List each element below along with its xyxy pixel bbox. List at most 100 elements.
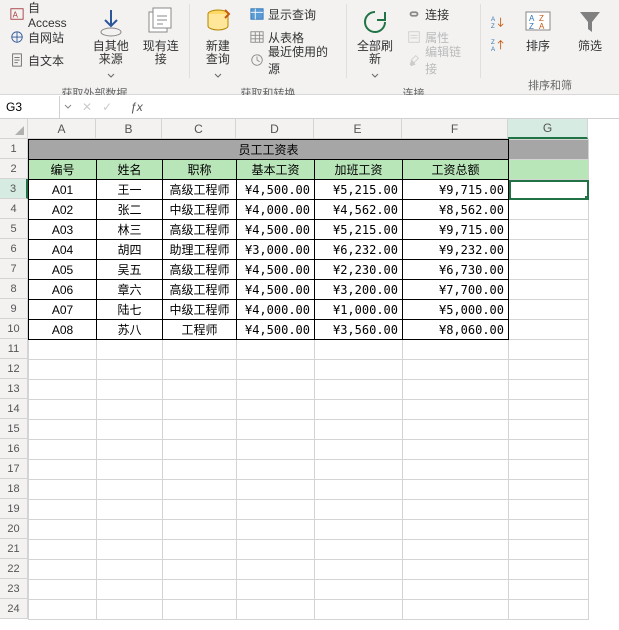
cell[interactable] bbox=[29, 480, 97, 500]
data-cell[interactable]: ¥3,200.00 bbox=[315, 280, 403, 300]
data-cell[interactable]: ¥5,000.00 bbox=[403, 300, 509, 320]
cell[interactable] bbox=[163, 460, 237, 480]
row-header-18[interactable]: 18 bbox=[0, 479, 28, 499]
cell[interactable] bbox=[315, 440, 403, 460]
data-cell[interactable]: 吴五 bbox=[97, 260, 163, 280]
cell[interactable] bbox=[97, 460, 163, 480]
data-cell[interactable]: 助理工程师 bbox=[163, 240, 237, 260]
data-cell[interactable]: A02 bbox=[29, 200, 97, 220]
cell[interactable] bbox=[403, 480, 509, 500]
edit-links-button[interactable]: 编辑链接 bbox=[403, 50, 474, 70]
cell[interactable] bbox=[97, 400, 163, 420]
cell[interactable] bbox=[509, 600, 589, 620]
row-header-7[interactable]: 7 bbox=[0, 259, 28, 279]
row-header-5[interactable]: 5 bbox=[0, 219, 28, 239]
cell[interactable] bbox=[97, 500, 163, 520]
row-header-3[interactable]: 3 bbox=[0, 179, 28, 199]
col-header-B[interactable]: B bbox=[96, 119, 162, 139]
data-cell[interactable]: 中级工程师 bbox=[163, 200, 237, 220]
cancel-formula-button[interactable]: ✕ bbox=[82, 100, 92, 114]
data-cell[interactable]: ¥4,500.00 bbox=[237, 180, 315, 200]
cell-G6[interactable] bbox=[509, 240, 589, 260]
cell[interactable] bbox=[403, 540, 509, 560]
col-header-D[interactable]: D bbox=[236, 119, 314, 139]
cell[interactable] bbox=[403, 420, 509, 440]
cell[interactable] bbox=[403, 380, 509, 400]
cell[interactable] bbox=[509, 560, 589, 580]
from-web-button[interactable]: 自网站 bbox=[6, 27, 83, 47]
cell[interactable] bbox=[403, 560, 509, 580]
show-queries-button[interactable]: 显示查询 bbox=[246, 4, 340, 24]
cell[interactable] bbox=[97, 480, 163, 500]
data-cell[interactable]: 林三 bbox=[97, 220, 163, 240]
header-cell[interactable]: 职称 bbox=[163, 160, 237, 180]
cell[interactable] bbox=[163, 540, 237, 560]
cell[interactable] bbox=[97, 360, 163, 380]
cell[interactable] bbox=[29, 580, 97, 600]
cell[interactable] bbox=[509, 580, 589, 600]
row-header-22[interactable]: 22 bbox=[0, 559, 28, 579]
col-header-A[interactable]: A bbox=[28, 119, 96, 139]
cell[interactable] bbox=[315, 560, 403, 580]
cell[interactable] bbox=[315, 380, 403, 400]
row-header-19[interactable]: 19 bbox=[0, 499, 28, 519]
cell[interactable] bbox=[403, 580, 509, 600]
header-cell[interactable]: 工资总额 bbox=[403, 160, 509, 180]
name-box-dropdown[interactable] bbox=[60, 100, 76, 114]
cell[interactable] bbox=[163, 580, 237, 600]
data-cell[interactable]: A07 bbox=[29, 300, 97, 320]
data-cell[interactable]: 工程师 bbox=[163, 320, 237, 340]
data-cell[interactable]: 高级工程师 bbox=[163, 280, 237, 300]
cell[interactable] bbox=[163, 600, 237, 620]
data-cell[interactable]: ¥9,232.00 bbox=[403, 240, 509, 260]
data-cell[interactable]: ¥6,730.00 bbox=[403, 260, 509, 280]
cell[interactable] bbox=[315, 460, 403, 480]
data-cell[interactable]: 高级工程师 bbox=[163, 260, 237, 280]
row-header-16[interactable]: 16 bbox=[0, 439, 28, 459]
header-cell[interactable]: 编号 bbox=[29, 160, 97, 180]
cell[interactable] bbox=[237, 540, 315, 560]
data-cell[interactable]: 张二 bbox=[97, 200, 163, 220]
cell[interactable] bbox=[237, 520, 315, 540]
row-header-8[interactable]: 8 bbox=[0, 279, 28, 299]
row-header-6[interactable]: 6 bbox=[0, 239, 28, 259]
cell[interactable] bbox=[403, 400, 509, 420]
data-cell[interactable]: ¥8,562.00 bbox=[403, 200, 509, 220]
cell[interactable] bbox=[163, 380, 237, 400]
cell[interactable] bbox=[403, 360, 509, 380]
data-cell[interactable]: 苏八 bbox=[97, 320, 163, 340]
row-header-11[interactable]: 11 bbox=[0, 339, 28, 359]
cell[interactable] bbox=[29, 360, 97, 380]
header-cell[interactable]: 基本工资 bbox=[237, 160, 315, 180]
data-cell[interactable]: A03 bbox=[29, 220, 97, 240]
cell[interactable] bbox=[29, 380, 97, 400]
cell[interactable] bbox=[237, 420, 315, 440]
cell[interactable] bbox=[237, 360, 315, 380]
cell[interactable] bbox=[237, 380, 315, 400]
cell[interactable] bbox=[315, 340, 403, 360]
data-cell[interactable]: ¥6,232.00 bbox=[315, 240, 403, 260]
recent-sources-button[interactable]: 最近使用的源 bbox=[246, 50, 340, 70]
cell[interactable] bbox=[97, 540, 163, 560]
row-header-9[interactable]: 9 bbox=[0, 299, 28, 319]
fx-button[interactable]: ƒx bbox=[122, 100, 151, 114]
cell[interactable] bbox=[163, 520, 237, 540]
data-cell[interactable]: 王一 bbox=[97, 180, 163, 200]
cell-G7[interactable] bbox=[509, 260, 589, 280]
data-cell[interactable]: 高级工程师 bbox=[163, 180, 237, 200]
data-cell[interactable]: ¥2,230.00 bbox=[315, 260, 403, 280]
cell[interactable] bbox=[163, 420, 237, 440]
col-header-E[interactable]: E bbox=[314, 119, 402, 139]
row-header-10[interactable]: 10 bbox=[0, 319, 28, 339]
data-cell[interactable]: 章六 bbox=[97, 280, 163, 300]
row-header-24[interactable]: 24 bbox=[0, 599, 28, 619]
enter-formula-button[interactable]: ✓ bbox=[102, 100, 112, 114]
filter-button[interactable]: 筛选 bbox=[567, 2, 613, 53]
cell[interactable] bbox=[237, 460, 315, 480]
cell[interactable] bbox=[509, 400, 589, 420]
cell[interactable] bbox=[403, 500, 509, 520]
data-cell[interactable]: ¥4,000.00 bbox=[237, 300, 315, 320]
data-cell[interactable]: ¥4,500.00 bbox=[237, 260, 315, 280]
cell[interactable] bbox=[237, 480, 315, 500]
data-cell[interactable]: ¥9,715.00 bbox=[403, 180, 509, 200]
